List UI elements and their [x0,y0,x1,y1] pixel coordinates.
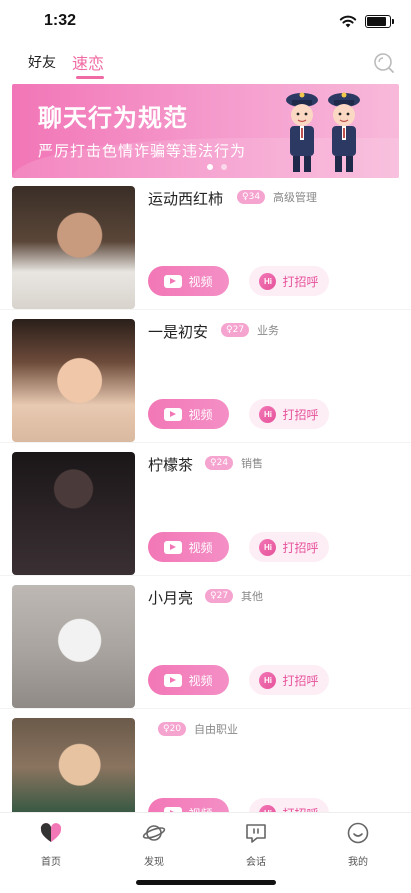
video-icon [164,407,183,421]
age-value: 20 [169,724,182,734]
battery-icon [365,14,394,28]
greet-button-label: 打招呼 [282,407,319,422]
greet-button[interactable]: Hi 打招呼 [249,665,329,695]
hi-icon: Hi [259,405,277,423]
job-label: 业务 [257,324,279,337]
video-icon [164,673,183,687]
tab-speed-love[interactable]: 速恋 [72,50,104,74]
chat-icon [246,824,266,843]
police-officer-icon [328,92,360,172]
job-label: 高级管理 [273,191,317,204]
banner-dot[interactable] [221,164,227,170]
profile-name: 运动西红柿 [148,190,224,208]
job-label: 自由职业 [194,723,238,736]
video-call-button[interactable]: 视频 [148,399,229,429]
status-bar: 1:32 [0,0,411,44]
hi-icon: Hi [259,671,277,689]
greet-button[interactable]: Hi 打招呼 [249,266,329,296]
greet-button[interactable]: Hi 打招呼 [249,399,329,429]
banner-dot[interactable] [207,164,213,170]
list-item[interactable]: 运动西红柿 ♀34 高级管理 视频 Hi 打招呼 [0,186,411,310]
profile-name: 小月亮 [148,589,194,607]
profile-photo[interactable] [12,452,135,575]
hi-icon: Hi [259,538,277,556]
nav-label: 发现 [144,857,164,868]
list-item[interactable]: 柠檬茶 ♀24 销售 视频 Hi 打招呼 [0,452,411,576]
status-time: 1:32 [44,12,77,29]
status-icons [339,14,394,28]
search-icon[interactable] [373,52,395,74]
profile-name: 一是初安 [148,323,209,341]
promo-banner[interactable]: 聊天行为规范 严厉打击色情诈骗等违法行为 [12,84,399,178]
video-icon [164,274,183,288]
banner-pagination [207,164,227,170]
video-button-label: 视频 [188,407,213,422]
list-item[interactable]: 一是初安 ♀27 业务 视频 Hi 打招呼 [0,319,411,443]
nav-item-home[interactable]: 首页 [21,821,81,868]
active-tab-indicator [76,76,104,79]
banner-subtitle: 严厉打击色情诈骗等违法行为 [38,142,247,160]
video-button-label: 视频 [188,540,213,555]
profile-photo[interactable] [12,186,135,309]
nav-item-chat[interactable]: 会话 [226,821,286,868]
video-icon [164,540,183,554]
job-label: 其他 [241,590,263,603]
greet-button-label: 打招呼 [282,540,319,555]
hi-icon: Hi [259,272,277,290]
greet-button-label: 打招呼 [282,274,319,289]
age-value: 24 [216,458,229,468]
video-call-button[interactable]: 视频 [148,266,229,296]
profile-name: 柠檬茶 [148,456,194,474]
age-value: 34 [248,192,261,202]
tab-friends[interactable]: 好友 [28,52,56,72]
home-indicator [136,880,276,885]
nav-label: 首页 [41,857,61,868]
planet-icon [142,825,166,841]
top-tabs: 好友 速恋 [0,44,411,84]
video-button-label: 视频 [188,274,213,289]
age-value: 27 [232,325,245,335]
age-badge: ♀34 [237,190,266,204]
nav-item-profile[interactable]: 我的 [328,821,388,868]
job-label: 销售 [241,457,263,470]
profile-photo[interactable] [12,585,135,708]
banner-title: 聊天行为规范 [38,104,188,132]
age-badge: ♀20 [158,722,187,736]
greet-button[interactable]: Hi 打招呼 [249,532,329,562]
age-badge: ♀27 [221,323,250,337]
list-item[interactable]: 小月亮 ♀27 其他 视频 Hi 打招呼 [0,585,411,709]
police-officer-icon [286,92,318,172]
age-badge: ♀27 [205,589,234,603]
video-call-button[interactable]: 视频 [148,665,229,695]
nav-item-discover[interactable]: 发现 [124,821,184,868]
home-heart-icon [40,823,62,842]
video-button-label: 视频 [188,673,213,688]
nav-label: 我的 [348,857,368,868]
age-badge: ♀24 [205,456,234,470]
profile-icon [347,822,369,844]
age-value: 27 [216,591,229,601]
nav-label: 会话 [246,857,266,868]
profile-photo[interactable] [12,319,135,442]
greet-button-label: 打招呼 [282,673,319,688]
wifi-icon [339,15,357,28]
video-call-button[interactable]: 视频 [148,532,229,562]
